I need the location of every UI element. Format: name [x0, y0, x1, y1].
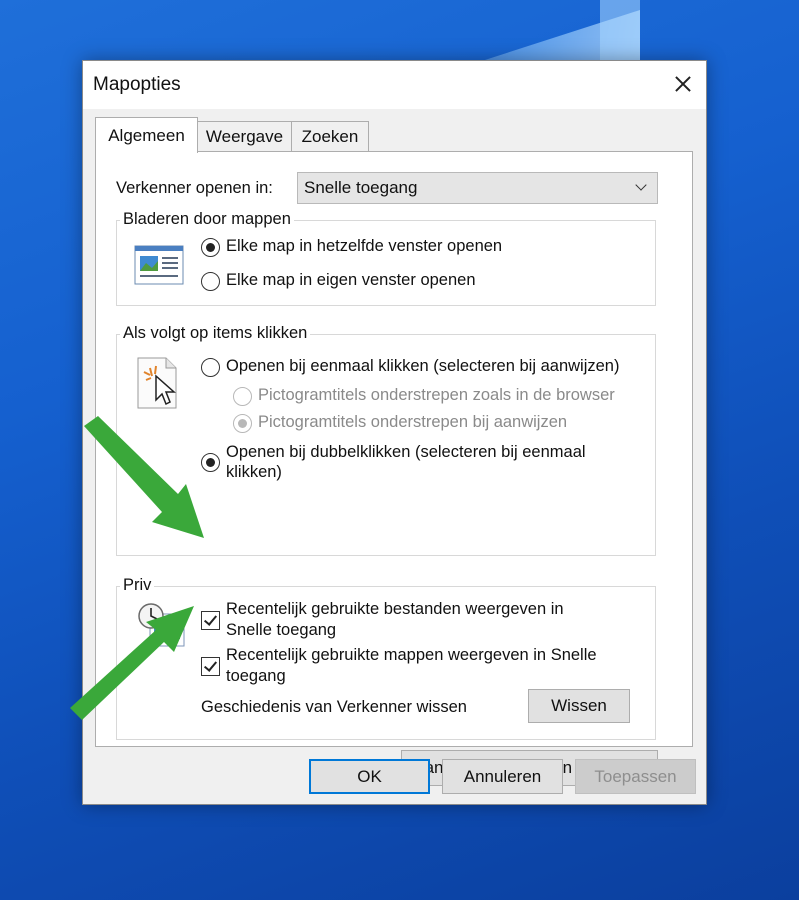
tab-algemeen[interactable]: Algemeen — [95, 117, 198, 153]
annotation-arrow-lower — [70, 606, 194, 720]
annotation-arrow-upper — [84, 416, 204, 538]
